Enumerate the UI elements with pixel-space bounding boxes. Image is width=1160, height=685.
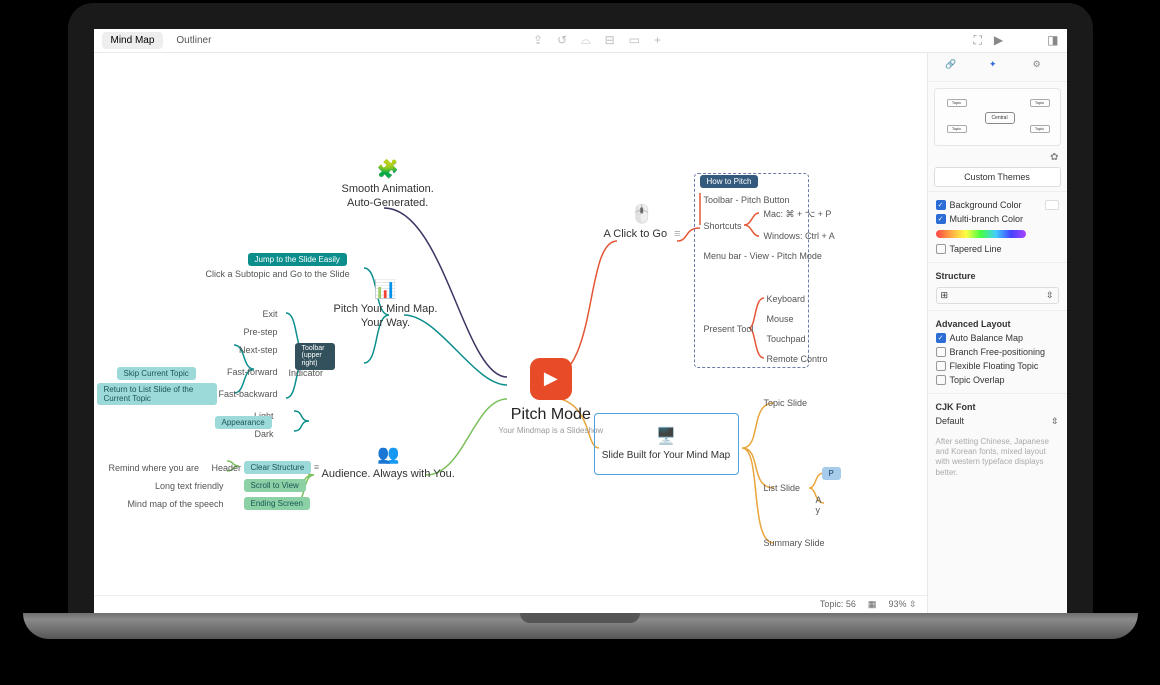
pill-return-list[interactable]: Return to List Slide of the Current Topi… xyxy=(97,383,217,405)
row-multi-branch[interactable]: ✓ Multi-branch Color xyxy=(936,212,1059,226)
style-tab-icon[interactable]: ✦ xyxy=(989,59,1005,75)
slide-icon: 🖥️ xyxy=(656,426,676,446)
structure-icon: ⊞ xyxy=(941,290,949,301)
leaf-touchpad[interactable]: Touchpad xyxy=(767,334,806,344)
theme-preview[interactable]: Central Topic Topic Topic Topic xyxy=(934,88,1061,146)
heading-advanced: Advanced Layout xyxy=(936,317,1059,331)
row-flexible[interactable]: Flexible Floating Topic xyxy=(936,359,1059,373)
leaf-mindmap-speech[interactable]: Mind map of the speech xyxy=(124,499,224,509)
leaf-ff[interactable]: Fast-forward xyxy=(218,367,278,377)
leaf-mac[interactable]: Mac: ⌘ + ⌥ + P xyxy=(764,209,832,220)
link-tab-icon[interactable]: 🔗 xyxy=(945,59,961,75)
row-tapered[interactable]: Tapered Line xyxy=(936,242,1059,256)
pill-appearance[interactable]: Appearance xyxy=(215,416,272,429)
leaf-toolbar-pitch[interactable]: Toolbar - Pitch Button xyxy=(704,195,790,205)
fullscreen-icon[interactable]: ⛶ xyxy=(974,33,982,48)
branch-click-to-go[interactable]: 🖱️ A Click to Go ≡ xyxy=(604,203,681,241)
branch-slide-built[interactable]: 🖥️ Slide Built for Your Mind Map xyxy=(594,413,739,475)
present-icon[interactable]: ▶ xyxy=(994,33,1003,47)
branch-pitch-your[interactable]: 📊 Pitch Your Mind Map. Your Way. xyxy=(334,278,438,331)
leaf-remote[interactable]: Remote Contro xyxy=(767,354,828,364)
leaf-keyboard[interactable]: Keyboard xyxy=(767,294,806,304)
central-topic[interactable]: ▶ Pitch Mode Your Mindmap is a Slideshow xyxy=(499,358,604,435)
leaf-click-subtopic[interactable]: Click a Subtopic and Go to the Slide xyxy=(206,269,350,279)
leaf-summary-slide[interactable]: Summary Slide xyxy=(764,538,825,548)
leaf-pre-step[interactable]: Pre-step xyxy=(233,327,278,337)
structure-select[interactable]: ⊞ ⇳ xyxy=(936,287,1059,304)
leaf-header[interactable]: Header xyxy=(212,463,242,473)
leaf-present-tool[interactable]: Present Tool xyxy=(704,324,754,334)
cjk-select[interactable]: Default⇳ xyxy=(936,414,1059,429)
pill-list-p[interactable]: P xyxy=(822,467,841,480)
leaf-list-slide[interactable]: List Slide xyxy=(764,483,801,493)
theme-settings-icon[interactable]: ✿ xyxy=(1050,152,1058,163)
heading-cjk: CJK Font xyxy=(936,400,1059,414)
menu-icon: ≡ xyxy=(674,228,680,240)
leaf-fb[interactable]: Fast-backward xyxy=(213,389,278,399)
pill-jump-slide[interactable]: Jump to the Slide Easily xyxy=(248,253,347,266)
mindmap-canvas[interactable]: ▶ Pitch Mode Your Mindmap is a Slideshow… xyxy=(94,53,927,613)
leaf-topic-slide[interactable]: Topic Slide xyxy=(764,398,808,408)
pill-toolbar-note[interactable]: Toolbar (upper right) xyxy=(295,343,335,370)
leaf-dark[interactable]: Dark xyxy=(174,429,274,439)
status-bar: Topic: 56 ▦ 93% ⇳ xyxy=(94,595,927,613)
pill-ending-screen[interactable]: Ending Screen xyxy=(244,497,310,510)
swatch-bg-color[interactable] xyxy=(1045,200,1059,210)
cjk-help-text: After setting Chinese, Japanese and Kore… xyxy=(928,435,1067,485)
panel-toggle-icon[interactable]: ◨ xyxy=(1047,33,1058,47)
row-branch-free[interactable]: Branch Free-positioning xyxy=(936,345,1059,359)
puzzle-icon: 🧩 xyxy=(376,158,400,182)
leaf-exit[interactable]: Exit xyxy=(248,309,278,319)
tab-mindmap[interactable]: Mind Map xyxy=(102,32,164,49)
presentation-icon: 📊 xyxy=(373,278,397,302)
mouse-icon: 🖱️ xyxy=(630,203,654,227)
laptop-base xyxy=(23,613,1138,639)
row-bg-color[interactable]: ✓ Background Color xyxy=(936,198,1059,212)
leaf-shortcuts[interactable]: Shortcuts xyxy=(704,221,742,231)
branch-audience[interactable]: 👥 Audience. Always with You. xyxy=(322,443,455,481)
share-icon[interactable]: ⇪ xyxy=(533,33,543,47)
pill-how-to-pitch[interactable]: How to Pitch xyxy=(700,175,759,188)
topic-count: Topic: 56 xyxy=(820,599,856,609)
play-icon: ▶ xyxy=(530,358,572,400)
add-icon[interactable]: + xyxy=(654,33,661,47)
branch-animation[interactable]: 🧩 Smooth Animation. Auto-Generated. xyxy=(342,158,434,211)
leaf-menubar[interactable]: Menu bar - View - Pitch Mode xyxy=(704,251,822,261)
pill-skip-topic[interactable]: Skip Current Topic xyxy=(117,367,196,380)
checkbox-tapered xyxy=(936,244,946,254)
heading-structure: Structure xyxy=(936,269,1059,283)
inspector-panel: 🔗 ✦ ⚙ Central Topic Topic Topic Topic ✿ … xyxy=(927,53,1067,613)
row-auto-balance[interactable]: ✓Auto Balance Map xyxy=(936,331,1059,345)
people-icon: 👥 xyxy=(376,443,400,467)
rainbow-bar[interactable] xyxy=(936,230,1026,238)
leaf-remind[interactable]: Remind where you are xyxy=(109,463,199,473)
central-subtitle: Your Mindmap is a Slideshow xyxy=(499,426,604,435)
note-icon[interactable]: ⊟ xyxy=(605,33,615,47)
checkbox-bg-color: ✓ xyxy=(936,200,946,210)
checkbox-multi-branch: ✓ xyxy=(936,214,946,224)
pill-scroll-view[interactable]: Scroll to View xyxy=(244,479,306,492)
zoom-level[interactable]: 93% ⇳ xyxy=(888,599,916,610)
row-overlap[interactable]: Topic Overlap xyxy=(936,373,1059,387)
headphones-icon[interactable]: ⌓ xyxy=(581,33,591,48)
custom-themes-button[interactable]: Custom Themes xyxy=(934,167,1061,187)
leaf-list-ay[interactable]: A y xyxy=(816,495,822,515)
leaf-mouse[interactable]: Mouse xyxy=(767,314,794,324)
map-icon[interactable]: ▦ xyxy=(868,599,877,610)
pill-clear-structure[interactable]: Clear Structure ≡ xyxy=(244,461,320,474)
leaf-long-text[interactable]: Long text friendly xyxy=(144,481,224,491)
central-title: Pitch Mode xyxy=(499,406,604,424)
leaf-next-step[interactable]: Next-step xyxy=(228,345,278,355)
tab-outliner[interactable]: Outliner xyxy=(167,32,220,49)
undo-icon[interactable]: ↺ xyxy=(557,33,567,47)
leaf-windows[interactable]: Windows: Ctrl + A xyxy=(764,231,835,241)
settings-tab-icon[interactable]: ⚙ xyxy=(1033,59,1049,75)
top-toolbar: Mind Map Outliner ⇪ ↺ ⌓ ⊟ ▭ + ⛶ ▶ ◨ xyxy=(94,29,1067,53)
card-icon[interactable]: ▭ xyxy=(629,33,640,47)
